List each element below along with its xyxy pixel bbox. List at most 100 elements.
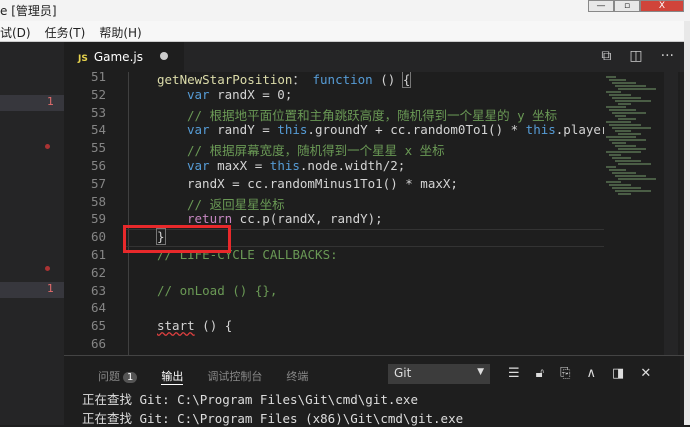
error-dot-icon <box>45 144 50 149</box>
minimap-line <box>615 130 631 132</box>
window-titlebar: e [管理员] — ▫ X <box>0 0 690 21</box>
code-text: // 根据屏幕宽度，随机得到一个星星 x 坐标 <box>187 140 445 159</box>
minimap-line <box>612 172 636 174</box>
minimap-line <box>612 157 631 159</box>
minimap-line <box>609 109 636 111</box>
minimap-line <box>618 163 651 165</box>
code-text: // 返回星星坐标 <box>187 194 285 213</box>
code-token: getNewStarPosition <box>157 72 293 87</box>
line-number: 64 <box>90 300 106 316</box>
minimap-line <box>615 85 646 87</box>
line-number: 57 <box>90 175 106 191</box>
code-token: () <box>372 72 403 87</box>
unsaved-dot-icon[interactable] <box>160 52 168 60</box>
minimap-line <box>609 169 626 171</box>
code-token: randX = 0; <box>209 86 293 102</box>
tab-output[interactable]: 输出 <box>161 368 184 385</box>
tab-terminal[interactable]: 终端 <box>286 368 308 385</box>
code-token: // onLoad () {}, <box>157 282 278 298</box>
minimap-line <box>618 148 646 150</box>
vertical-scrollbar[interactable] <box>664 72 678 355</box>
code-token: // 根据地平面位置和主角跳跃高度，随机得到一个星星的 y 坐标 <box>187 107 558 123</box>
minimap-line <box>606 151 641 153</box>
minimap-line <box>606 121 631 123</box>
code-line: 56 var maxX = this.node.width/2; <box>64 158 604 176</box>
minimize-button[interactable]: — <box>588 0 614 12</box>
tab-label: 问题 <box>98 370 120 383</box>
menu-tasks[interactable]: 任务(T) <box>45 24 86 41</box>
sidebar-item[interactable]: 1 <box>0 282 64 298</box>
maximize-panel-icon[interactable]: ∧ <box>587 366 597 381</box>
annotation-highlight-box <box>123 225 231 253</box>
code-text: start () { <box>157 318 232 333</box>
code-token: { <box>401 72 412 88</box>
line-number: 60 <box>90 229 106 245</box>
close-window-button[interactable]: X <box>640 0 684 12</box>
code-token: start <box>157 318 195 334</box>
minimap-line <box>618 103 631 105</box>
line-number: 63 <box>90 282 106 298</box>
code-token: .node.width/2; <box>299 158 406 173</box>
output-channel-select[interactable]: Git ▼ <box>388 364 490 384</box>
code-token: () { <box>194 318 233 334</box>
minimap-line <box>612 142 626 144</box>
code-line: 52 var randX = 0; <box>64 87 604 105</box>
selected-channel: Git <box>394 366 412 380</box>
line-number: 52 <box>90 86 106 102</box>
tab-debug-console[interactable]: 调试控制台 <box>207 368 262 385</box>
bottom-panel: 问题 1 输出 调试控制台 终端 Git ▼ ☰ 🔓︎ ⎘ ∧ ◨ ✕ 正在查找 G… <box>64 355 684 426</box>
minimap-line <box>609 124 641 126</box>
window-title: e [管理员] <box>0 4 57 18</box>
code-editor[interactable]: 51 getNewStarPosition： function () {52 var… <box>64 72 684 355</box>
minimap-line <box>612 82 636 84</box>
code-text: randX = cc.randomMinus1To1() * maxX; <box>187 176 458 191</box>
close-panel-icon[interactable]: ✕ <box>640 366 651 381</box>
tab-game-js[interactable]: JS Game.js <box>64 42 184 72</box>
minimap-line <box>618 133 641 135</box>
line-number: 54 <box>90 122 106 138</box>
code-token: maxX = <box>209 158 270 173</box>
code-line: 55 // 根据屏幕宽度，随机得到一个星星 x 坐标 <box>64 140 604 158</box>
lock-scroll-icon[interactable]: 🔓︎ <box>536 366 544 381</box>
open-preview-icon[interactable]: ⧉ <box>601 48 611 64</box>
chevron-down-icon: ▼ <box>477 367 484 377</box>
code-line: 58 // 返回星星坐标 <box>64 194 604 212</box>
code-text: // onLoad () {}, <box>157 283 277 298</box>
sidebar-item[interactable]: 1 <box>0 95 64 111</box>
minimap-line <box>606 166 616 168</box>
minimap-line <box>609 154 621 156</box>
open-log-icon[interactable]: ⎘ <box>560 366 570 381</box>
line-number: 53 <box>90 104 106 120</box>
minimap-line <box>612 187 641 189</box>
code-line: 63 // onLoad () {}, <box>64 283 604 301</box>
menu-bar: 试(D) 任务(T) 帮助(H) <box>0 21 684 42</box>
code-line: 51 getNewStarPosition： function () { <box>64 72 604 88</box>
minimap-line <box>612 112 646 114</box>
menu-help[interactable]: 帮助(H) <box>99 24 141 41</box>
problems-count-badge: 1 <box>123 372 138 383</box>
minimap-line <box>618 88 656 90</box>
more-actions-icon[interactable]: ··· <box>661 48 674 64</box>
maximize-button[interactable]: ▫ <box>614 0 640 12</box>
minimap-line <box>615 175 646 177</box>
output-line: 正在查找 Git: C:\Program Files\Git\cmd\git.e… <box>82 392 418 407</box>
code-token: cc.p(randX, randY); <box>232 211 383 227</box>
code-token: // 返回星星坐标 <box>187 196 285 212</box>
code-token: .groundY + cc.random0To1() * <box>307 122 526 138</box>
minimap[interactable] <box>604 72 662 355</box>
line-number: 55 <box>90 140 106 156</box>
toggle-panel-layout-icon[interactable]: ◨ <box>612 366 624 381</box>
minimap-line <box>618 118 636 120</box>
code-token: this <box>525 122 556 138</box>
clear-output-icon[interactable]: ☰ <box>508 366 520 381</box>
code-token: this <box>277 122 308 138</box>
line-number: 59 <box>90 211 106 227</box>
code-token: this <box>269 158 300 173</box>
code-line: 54 var randY = this.groundY + cc.random0T… <box>64 122 631 140</box>
split-editor-icon[interactable]: ◫ <box>629 48 642 64</box>
tab-label: Game.js <box>93 50 143 64</box>
menu-debug[interactable]: 试(D) <box>0 24 31 41</box>
line-number: 56 <box>90 158 106 173</box>
sidebar: 1 1 <box>0 42 64 425</box>
tab-problems[interactable]: 问题 1 <box>98 368 138 385</box>
